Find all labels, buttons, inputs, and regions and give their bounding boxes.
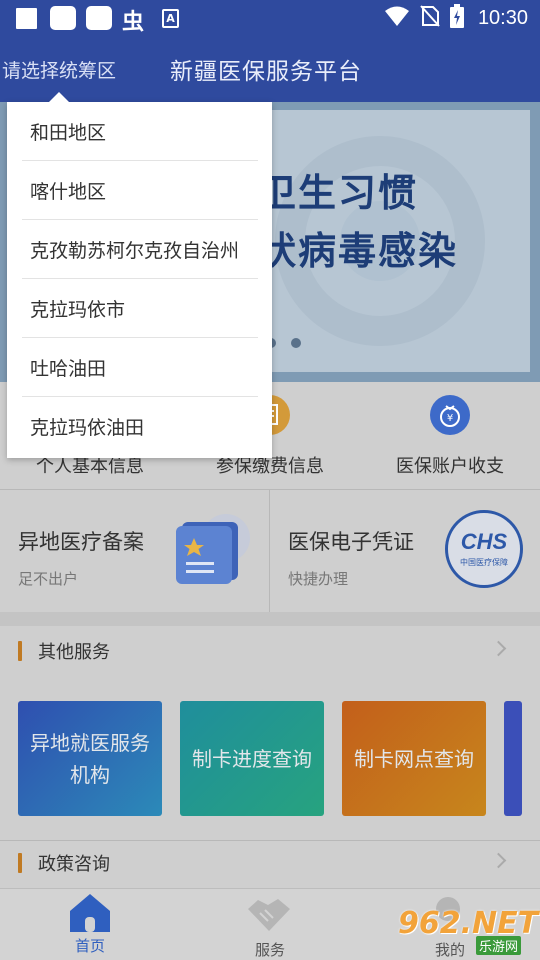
battery-charging-icon: [449, 4, 464, 32]
tile-card-progress-query[interactable]: 制卡进度查询: [180, 701, 324, 816]
clock: 10:30: [477, 6, 528, 29]
region-selector-button[interactable]: 请选择统筹区: [0, 36, 150, 102]
a-badge-icon: A: [162, 9, 179, 28]
region-option[interactable]: 吐哈油田: [22, 338, 258, 397]
home-icon: [67, 891, 113, 935]
svg-text:¥: ¥: [447, 413, 453, 424]
no-sim-icon: [420, 5, 440, 31]
tile-partial-next[interactable]: [504, 701, 522, 816]
region-option[interactable]: 克拉玛依油田: [22, 397, 258, 456]
nav-services[interactable]: 服务: [180, 889, 360, 960]
divider: [269, 490, 270, 612]
banner-text-line2: 状病毒感染: [258, 228, 459, 273]
chevron-right-icon: [490, 640, 507, 657]
region-option[interactable]: 喀什地区: [22, 161, 258, 220]
section-title: 政策咨询: [38, 854, 110, 875]
square-icon: [16, 8, 37, 29]
bug-icon: 虫: [122, 10, 145, 35]
section-accent-bar: [18, 853, 22, 873]
nav-label: 首页: [74, 937, 105, 955]
feature-remote-filing[interactable]: 异地医疗备案 足不出户: [0, 490, 269, 612]
feature-subtitle: 足不出户: [18, 570, 79, 588]
status-bar: 虫 A 10:30: [0, 0, 540, 36]
chs-logo-icon: CHS 中国医疗保障: [445, 510, 523, 588]
region-dropdown: 和田地区 喀什地区 克孜勒苏柯尔克孜自治州 克拉玛依市 吐哈油田 克拉玛依油田: [7, 102, 272, 458]
dropdown-caret-icon: [49, 92, 69, 102]
feature-title: 医保电子凭证: [288, 530, 414, 554]
banner-text-line1: 卫生习惯: [258, 170, 419, 215]
money-bag-icon: ¥: [430, 395, 470, 435]
rounded-square-icon: [86, 6, 112, 30]
tile-card-outlet-query[interactable]: 制卡网点查询: [342, 701, 486, 816]
nav-home[interactable]: 首页: [0, 889, 180, 960]
region-option[interactable]: 和田地区: [22, 102, 258, 161]
region-option[interactable]: 克拉玛依市: [22, 279, 258, 338]
site-watermark: 962.NET 乐游网: [398, 906, 538, 956]
chevron-right-icon: [490, 852, 507, 869]
wifi-icon: [384, 5, 410, 31]
region-option[interactable]: 克孜勒苏柯尔克孜自治州: [22, 220, 258, 279]
quick-account-balance[interactable]: ¥ 医保账户收支: [360, 382, 540, 488]
feature-subtitle: 快捷办理: [288, 570, 349, 588]
page-title: 新疆医保服务平台: [170, 59, 362, 85]
tile-remote-medical-institutions[interactable]: 异地就医服务机构: [18, 701, 162, 816]
other-services-header[interactable]: 其他服务: [0, 626, 540, 676]
feature-cards: 异地医疗备案 足不出户 医保电子凭证 快捷办理 CHS 中国医疗保障: [0, 490, 540, 612]
app-header: 请选择统筹区 新疆医保服务平台: [0, 36, 540, 102]
section-gap: [0, 612, 540, 626]
carousel-dot[interactable]: [291, 338, 301, 348]
section-title: 其他服务: [38, 642, 110, 663]
policy-header[interactable]: 政策咨询: [0, 838, 540, 888]
star-card-icon: [168, 508, 252, 588]
watermark-site-name: 乐游网: [476, 936, 522, 955]
rounded-square-icon: [50, 6, 76, 30]
nav-label: 服务: [254, 941, 285, 959]
section-accent-bar: [18, 641, 22, 661]
handshake-icon: [246, 895, 292, 935]
feature-title: 异地医疗备案: [18, 530, 144, 554]
quick-label: 医保账户收支: [396, 456, 504, 477]
feature-e-voucher[interactable]: 医保电子凭证 快捷办理 CHS 中国医疗保障: [270, 490, 539, 612]
